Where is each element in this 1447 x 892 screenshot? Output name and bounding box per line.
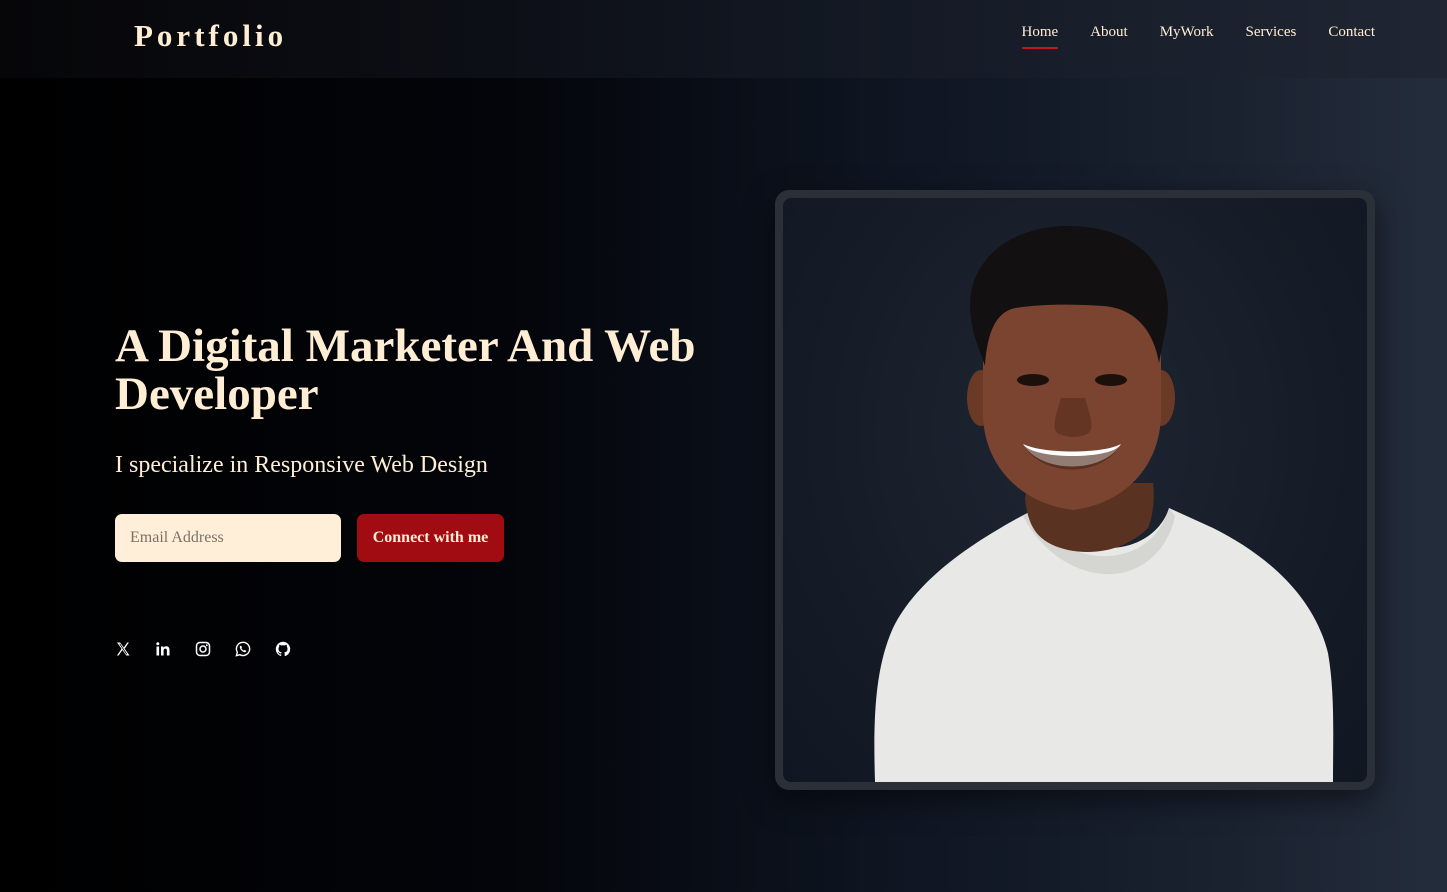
site-logo[interactable]: Portfolio — [134, 18, 287, 54]
nav-link-mywork[interactable]: MyWork — [1160, 24, 1214, 47]
instagram-icon[interactable] — [194, 640, 212, 658]
nav-link-contact[interactable]: Contact — [1328, 24, 1375, 47]
nav-menu: Home About MyWork Services Contact — [1021, 24, 1375, 49]
nav-link-about[interactable]: About — [1090, 24, 1128, 47]
whatsapp-icon[interactable] — [234, 640, 252, 658]
linkedin-icon[interactable] — [154, 640, 172, 658]
profile-photo-frame — [775, 190, 1375, 790]
social-links — [114, 640, 292, 658]
nav-link-home[interactable]: Home — [1021, 24, 1058, 49]
email-input[interactable] — [115, 514, 341, 562]
profile-photo — [783, 198, 1367, 782]
nav-link-services[interactable]: Services — [1246, 24, 1297, 47]
x-twitter-icon[interactable] — [114, 640, 132, 658]
github-icon[interactable] — [274, 640, 292, 658]
hero-title: A Digital Marketer And Web Developer — [115, 320, 696, 420]
page: Portfolio Home About MyWork Services Con… — [0, 0, 1447, 892]
navbar: Portfolio Home About MyWork Services Con… — [0, 0, 1447, 78]
connect-button[interactable]: Connect with me — [357, 514, 504, 562]
hero-subtitle: I specialize in Responsive Web Design — [115, 452, 488, 478]
portrait-illustration — [874, 226, 1334, 782]
